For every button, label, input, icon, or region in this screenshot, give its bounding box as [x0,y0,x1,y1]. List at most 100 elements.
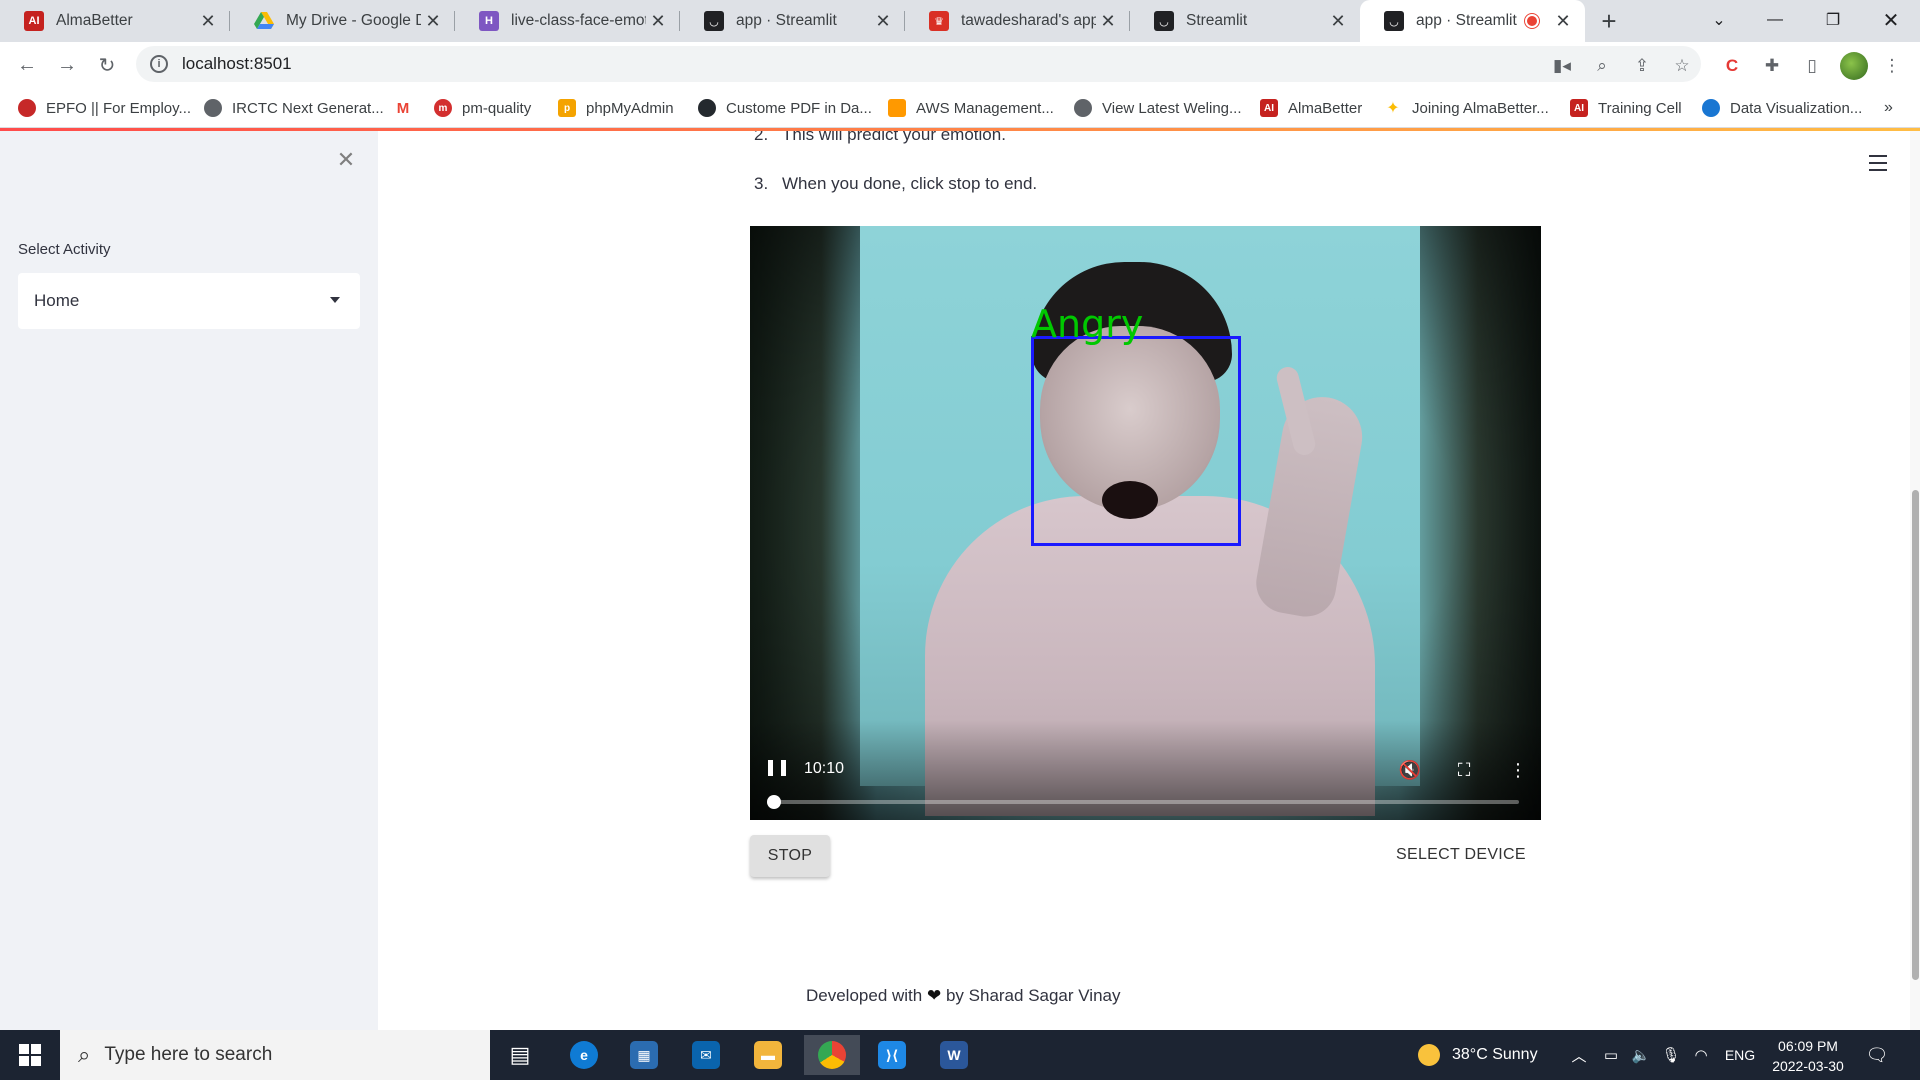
bookmark-star-icon[interactable]: ☆ [1670,54,1694,78]
microsoft-store-icon[interactable]: ▦ [616,1035,672,1075]
footer-text-post: by Sharad Sagar Vinay [945,986,1121,1005]
tab-heroku-app[interactable]: H live-class-face-emotic ✕ [455,0,680,42]
bookmark-training-cell[interactable]: AI Training Cell [1570,96,1682,120]
bookmark-pm-quality[interactable]: m pm-quality [434,96,531,120]
bookmark-label: phpMyAdmin [586,99,674,117]
step-number: 3. [754,174,769,193]
bookmark-gmail[interactable]: M [394,96,422,120]
zoom-icon[interactable]: ⌕ [1590,54,1614,78]
data-viz-icon [1702,99,1720,117]
bookmark-view-latest[interactable]: View Latest Weling... [1074,96,1242,120]
tab-close-icon[interactable]: ✕ [196,9,220,33]
video-time: 10:10 [804,760,845,777]
webcam-video-player[interactable]: Angry 10:10 🔇 ⛶ ⋮ [750,226,1541,820]
tab-streamlit[interactable]: ◡ Streamlit ✕ [1130,0,1360,42]
tab-close-icon[interactable]: ✕ [1096,9,1120,33]
bookmark-custome-pdf[interactable]: Custome PDF in Da... [698,96,872,120]
mute-icon[interactable]: 🔇 [1398,758,1422,782]
kebab-menu-icon[interactable]: ⋮ [1880,54,1904,78]
instruction-step-3: 3. When you done, click stop to end. [754,174,1037,194]
windows-start-icon[interactable] [0,1030,60,1080]
weather-widget[interactable]: 38°C Sunny [1418,1030,1538,1080]
phpmyadmin-icon: p [558,99,576,117]
new-tab-plus-icon[interactable]: + [1594,6,1624,36]
show-hidden-icons-chevron-icon[interactable]: ︿ [1568,1044,1590,1066]
minimize-icon[interactable]: — [1750,0,1800,40]
video-progress-track[interactable] [774,800,1519,804]
task-view-icon[interactable]: ▤ [492,1035,548,1075]
site-info-icon[interactable]: i [150,55,168,73]
back-arrow-icon[interactable]: ← [12,50,42,80]
tab-streamlit-apps[interactable]: ♛ tawadesharad's apps ✕ [905,0,1130,42]
close-window-icon[interactable]: ✕ [1866,0,1916,40]
chrome-icon[interactable] [804,1035,860,1075]
tab-label: app · Streamlit [736,12,837,29]
step-text: This will predict your emotion. [782,131,1006,144]
tab-close-icon[interactable]: ✕ [421,9,445,33]
share-icon[interactable]: ⇪ [1630,54,1654,78]
stop-button[interactable]: STOP [750,835,830,877]
vscode-icon[interactable]: ⟩⟨ [864,1035,920,1075]
select-activity-dropdown[interactable]: Home [18,273,360,329]
sparkle-icon: ✦ [1384,99,1402,117]
close-sidebar-icon[interactable]: ✕ [334,147,358,172]
url-text: localhost:8501 [182,54,292,73]
video-more-options-icon[interactable]: ⋮ [1506,758,1530,782]
tab-label: live-class-face-emotic [511,12,646,29]
bookmark-label: Joining AlmaBetter... [1412,99,1549,117]
word-icon[interactable]: W [926,1035,982,1075]
mail-icon[interactable]: ✉ [678,1035,734,1075]
video-progress-thumb[interactable] [767,795,781,809]
file-explorer-icon[interactable]: ▬ [740,1035,796,1075]
edge-browser-icon[interactable]: e [556,1035,612,1075]
hamburger-menu-icon[interactable] [1866,151,1890,175]
bookmark-epfo[interactable]: EPFO || For Employ... [18,96,191,120]
address-bar[interactable]: i localhost:8501 [136,46,1701,82]
tab-streamlit-app-active[interactable]: ◡ app · Streamlit ✕ [1360,0,1585,42]
extension-c-icon[interactable]: C [1720,54,1744,78]
profile-avatar[interactable] [1840,52,1868,80]
fullscreen-icon[interactable]: ⛶ [1452,758,1476,782]
bookmark-almabetter[interactable]: AI AlmaBetter [1260,96,1362,120]
tab-google-drive[interactable]: My Drive - Google Dri ✕ [230,0,455,42]
battery-icon[interactable]: ▭ [1600,1044,1622,1066]
select-device-button[interactable]: SELECT DEVICE [1396,846,1526,864]
extensions-puzzle-icon[interactable]: ✚ [1760,54,1784,78]
pause-icon[interactable] [768,760,786,778]
video-controls: 10:10 🔇 ⛶ ⋮ [750,720,1541,820]
tab-close-icon[interactable]: ✕ [871,9,895,33]
footer-text-pre: Developed with [806,986,923,1005]
bookmark-data-visualization[interactable]: Data Visualization... [1702,96,1862,120]
side-panel-icon[interactable]: ▯ [1800,54,1824,78]
emotion-label: Angry [1031,302,1144,346]
tab-close-icon[interactable]: ✕ [1551,9,1575,33]
taskbar-clock[interactable]: 06:09 PM 2022-03-30 [1768,1036,1848,1076]
network-icon[interactable]: ◠ [1690,1044,1712,1066]
tab-search-chevron-icon[interactable]: ⌄ [1694,0,1744,40]
notifications-icon[interactable]: 🗨 [1866,1044,1889,1066]
github-icon [698,99,716,117]
bookmark-joining-almabetter[interactable]: ✦ Joining AlmaBetter... [1384,96,1549,120]
tab-close-icon[interactable]: ✕ [1326,9,1350,33]
bookmark-irctc[interactable]: IRCTC Next Generat... [204,96,384,120]
reload-icon[interactable]: ↻ [92,50,122,80]
more-bookmarks-chevron-icon[interactable]: » [1884,96,1893,120]
language-indicator[interactable]: ENG [1722,1044,1758,1066]
tab-streamlit-app-1[interactable]: ◡ app · Streamlit ✕ [680,0,905,42]
tab-close-icon[interactable]: ✕ [646,9,670,33]
tab-almabetter[interactable]: AI AlmaBetter ✕ [0,0,230,42]
scrollbar-thumb[interactable] [1912,490,1919,980]
recording-indicator-icon [1525,14,1539,28]
forward-arrow-icon[interactable]: → [52,50,82,80]
bookmark-aws[interactable]: AWS Management... [888,96,1054,120]
tab-label: My Drive - Google Dri [286,12,421,29]
microphone-icon[interactable]: 🎙 [1660,1044,1682,1066]
camera-in-use-icon[interactable]: ▮◂ [1550,54,1574,78]
taskbar-search-box[interactable]: ⌕ Type here to search [60,1030,490,1080]
volume-icon[interactable]: 🔈 [1630,1044,1652,1066]
select-activity-value: Home [34,291,80,310]
weather-text: 38°C Sunny [1452,1046,1538,1063]
tab-label: tawadesharad's apps [961,12,1096,29]
restore-icon[interactable]: ❐ [1808,0,1858,40]
bookmark-phpmyadmin[interactable]: p phpMyAdmin [558,96,674,120]
